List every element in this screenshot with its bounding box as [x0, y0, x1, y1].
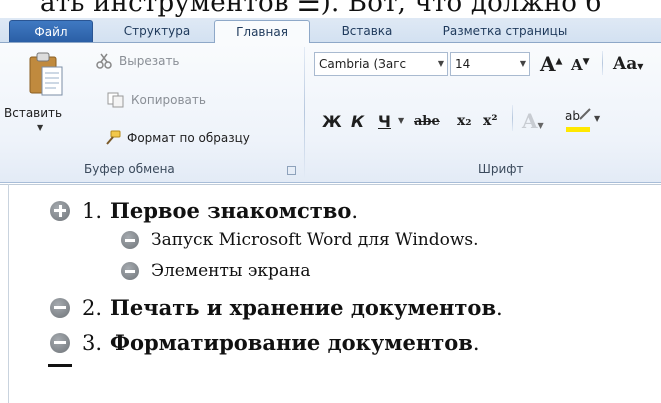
font-size-value: 14: [455, 57, 471, 71]
item-number: 1.: [82, 198, 103, 223]
paintbrush-icon: [106, 130, 121, 145]
ribbon: Вставить ▼ Вырезать Копировать Формат по…: [0, 43, 661, 183]
page-edge: [8, 184, 9, 403]
divider: [602, 51, 603, 75]
chevron-down-icon: ▼: [519, 59, 526, 68]
copy-icon: [107, 92, 124, 108]
ruler-border: [0, 184, 661, 185]
change-case-button[interactable]: Aa▼: [613, 54, 643, 74]
format-painter-label: Формат по образцу: [127, 131, 250, 145]
grow-font-label: A: [540, 52, 556, 76]
item-number: 3.: [82, 330, 103, 355]
outline-subitem-1[interactable]: Запуск Microsoft Word для Windows.: [121, 230, 479, 250]
outline-item-1[interactable]: 1. Первое знакомство.: [50, 198, 358, 223]
highlight-color-swatch: [566, 127, 590, 132]
text-effects-button[interactable]: A▼: [522, 109, 544, 133]
scissors-icon: [96, 53, 112, 69]
collapse-minus-icon[interactable]: [50, 332, 70, 353]
item-number: 2.: [82, 295, 103, 320]
shrink-font-button[interactable]: A▼: [571, 56, 590, 74]
expand-plus-icon[interactable]: [50, 200, 70, 221]
item-heading: Форматирование документов: [110, 330, 473, 355]
bold-button[interactable]: Ж: [322, 112, 342, 131]
font-name-value: Cambria (Загс: [319, 57, 407, 71]
group-separator: [304, 47, 305, 178]
cropped-text: ать инструментов ☰). Вот, что должно б: [40, 0, 602, 18]
change-case-label: Aa: [613, 54, 638, 74]
subitem-text: Элементы экрана: [151, 261, 311, 281]
shrink-font-label: A: [571, 56, 583, 74]
collapse-minus-icon[interactable]: [121, 262, 139, 280]
font-name-combo[interactable]: Cambria (Загс ▼: [314, 52, 448, 76]
underline-button[interactable]: Ч: [378, 112, 391, 131]
chevron-down-icon[interactable]: ▼: [398, 116, 404, 125]
document-page[interactable]: 1. Первое знакомство. Запуск Microsoft W…: [0, 184, 661, 403]
chevron-down-icon: ▼: [594, 114, 601, 123]
divider: [512, 105, 513, 131]
clipboard-dialog-launcher[interactable]: [287, 166, 296, 175]
cut-button[interactable]: Вырезать: [95, 53, 180, 69]
chevron-down-icon: ▼: [37, 123, 44, 132]
tab-insert[interactable]: Вставка: [324, 20, 410, 43]
item-suffix: .: [351, 198, 359, 223]
highlighter-pen-icon: [579, 108, 591, 120]
item-heading: Печать и хранение документов: [110, 295, 497, 320]
ribbon-tabs: Файл Структура Главная Вставка Разметка …: [0, 18, 661, 44]
font-size-combo[interactable]: 14 ▼: [450, 52, 530, 76]
collapse-minus-icon[interactable]: [50, 297, 70, 318]
outline-item-3[interactable]: 3. Форматирование документов.: [50, 330, 480, 355]
cropped-text-strip: ать инструментов ☰). Вот, что должно б: [0, 0, 661, 20]
strikethrough-button[interactable]: abe: [414, 114, 440, 129]
chevron-down-icon: ▼: [437, 59, 444, 68]
item-heading: Первое знакомство: [110, 198, 352, 223]
subscript-button[interactable]: x₂: [457, 113, 471, 129]
outline-subitem-2[interactable]: Элементы экрана: [121, 261, 310, 281]
tab-structure[interactable]: Структура: [112, 20, 202, 43]
clipboard-icon: [29, 52, 63, 96]
format-painter-button[interactable]: Формат по образцу: [103, 130, 250, 146]
grow-font-button[interactable]: A▲: [540, 52, 562, 76]
font-group-label: Шрифт: [478, 162, 524, 176]
tab-file[interactable]: Файл: [9, 20, 93, 42]
subitem-text: Запуск Microsoft Word для Windows.: [151, 230, 479, 250]
outline-item-2[interactable]: 2. Печать и хранение документов.: [50, 295, 503, 320]
tab-home[interactable]: Главная: [214, 20, 310, 44]
copy-button[interactable]: Копировать: [107, 92, 206, 108]
text-cursor: [48, 364, 72, 367]
tab-page-layout[interactable]: Разметка страницы: [428, 20, 582, 43]
item-suffix: .: [472, 330, 480, 355]
italic-button[interactable]: К: [351, 112, 364, 131]
superscript-button[interactable]: x²: [483, 113, 497, 129]
text-effects-label: A: [522, 109, 538, 133]
collapse-minus-icon[interactable]: [121, 231, 139, 249]
item-suffix: .: [496, 295, 503, 320]
clipboard-group-label: Буфер обмена: [84, 162, 175, 176]
copy-label: Копировать: [131, 93, 206, 107]
cut-label: Вырезать: [119, 54, 180, 68]
paste-label: Вставить: [4, 106, 63, 120]
